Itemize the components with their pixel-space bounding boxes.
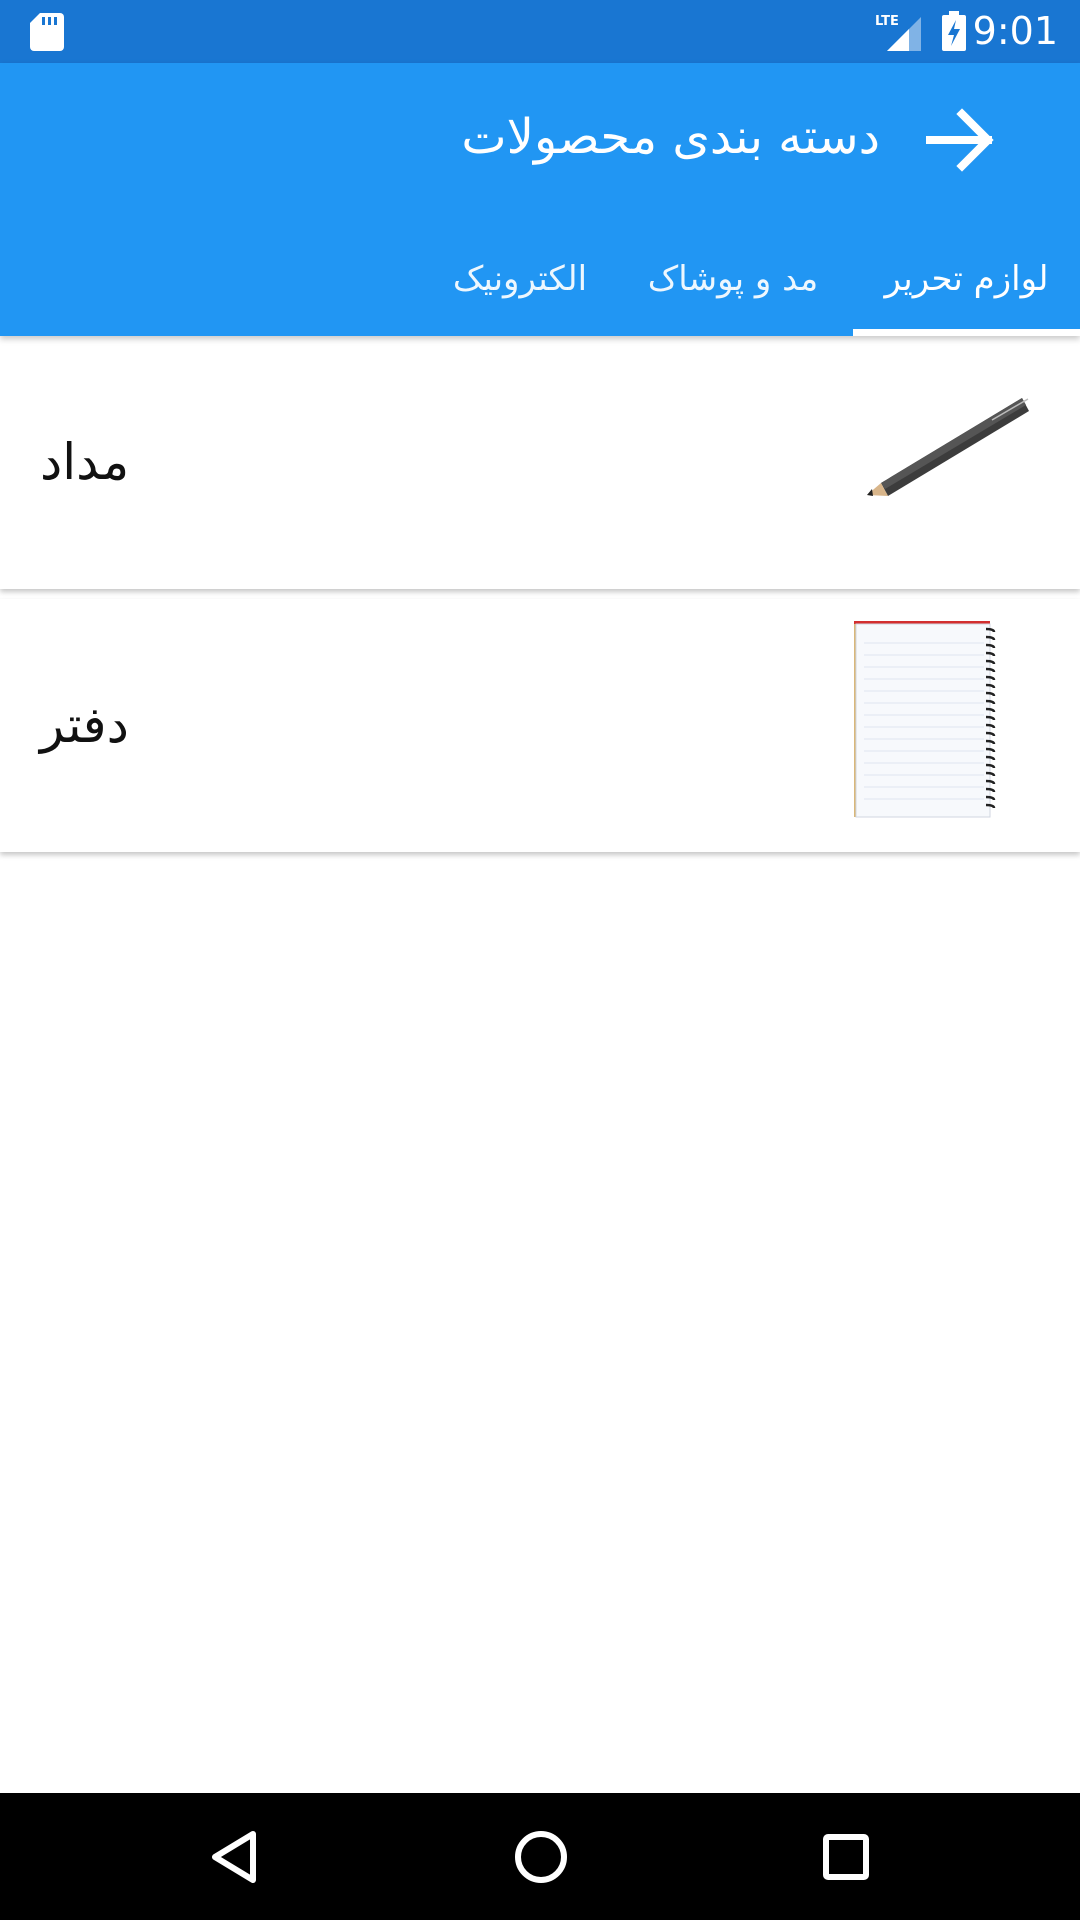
- status-bar: LTE 9:01: [0, 0, 1080, 63]
- network-label: LTE: [875, 14, 899, 29]
- page-title: دسته بندی محصولات: [461, 109, 880, 165]
- list-item-label: مداد: [40, 433, 130, 491]
- app-bar: دسته بندی محصولات لوازم تحریر مد و پوشاک…: [0, 63, 1080, 336]
- list-item-notebook[interactable]: دفتر: [0, 599, 1080, 852]
- tab-stationery[interactable]: لوازم تحریر: [853, 223, 1080, 336]
- notebook-image: [852, 621, 1032, 821]
- category-tabs: لوازم تحریر مد و پوشاک الکترونیک: [0, 223, 1080, 336]
- sd-card-icon: [30, 13, 64, 51]
- system-nav-bar: [0, 1793, 1080, 1920]
- battery-charging-icon: [940, 11, 968, 51]
- recents-square-icon[interactable]: [815, 1826, 877, 1888]
- lte-signal-icon: LTE: [873, 11, 923, 51]
- pencil-image: [852, 358, 1032, 558]
- tab-fashion[interactable]: مد و پوشاک: [633, 223, 833, 336]
- list-item-label: دفتر: [40, 696, 129, 754]
- arrow-right-icon[interactable]: [918, 97, 1004, 183]
- home-circle-icon[interactable]: [510, 1826, 572, 1888]
- status-time: 9:01: [972, 9, 1058, 53]
- back-triangle-icon[interactable]: [205, 1826, 267, 1888]
- tab-indicator: [853, 329, 1080, 336]
- tab-electronics[interactable]: الکترونیک: [420, 223, 620, 336]
- list-item-pencil[interactable]: مداد: [0, 336, 1080, 589]
